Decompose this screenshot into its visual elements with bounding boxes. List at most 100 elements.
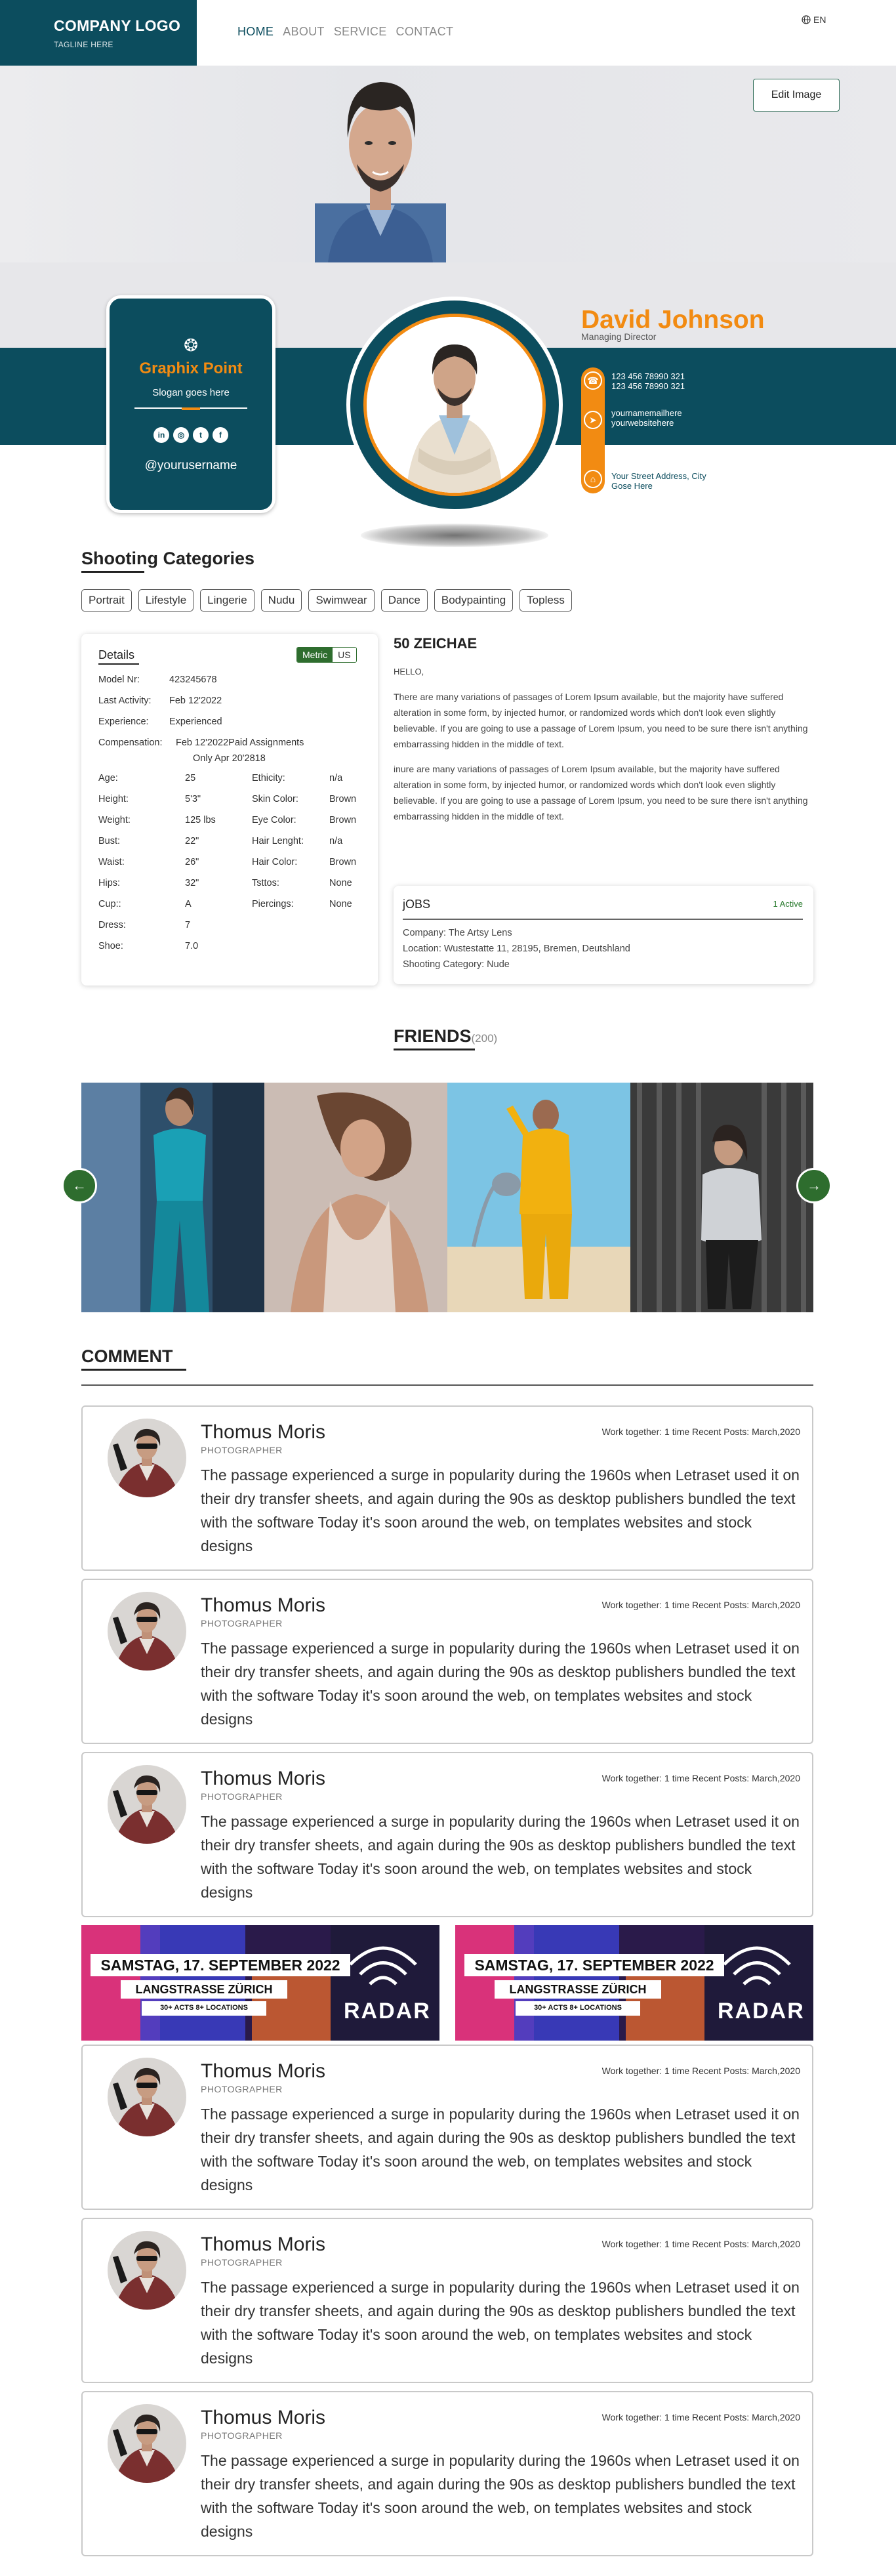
- banner-acts: 30+ ACTS 8+ LOCATIONS: [534, 2004, 622, 2012]
- company-logo[interactable]: COMPANY LOGO TAGLINE HERE: [0, 0, 197, 66]
- comment-meta: Work together: 1 time Recent Posts: Marc…: [601, 2066, 800, 2076]
- arrow-left-icon: ←: [72, 1177, 87, 1194]
- category-nudu[interactable]: Nudu: [260, 589, 302, 612]
- edit-image-button[interactable]: Edit Image: [753, 79, 840, 112]
- friend-photo[interactable]: [630, 1083, 813, 1312]
- profile-portrait-image: [367, 317, 542, 493]
- category-bodypainting[interactable]: Bodypainting: [434, 589, 514, 612]
- detail-value: None: [329, 899, 352, 909]
- toggle-us[interactable]: US: [333, 648, 356, 662]
- linkedin-icon[interactable]: in: [153, 427, 169, 443]
- friend-photo-image: [81, 1083, 264, 1312]
- avatar[interactable]: [108, 1765, 186, 1844]
- commenter-role: PHOTOGRAPHER: [201, 1791, 283, 1802]
- jobs-card: jOBS 1 Active Company: The Artsy Lens Lo…: [394, 886, 813, 984]
- event-banner[interactable]: SAMSTAG, 17. SEPTEMBER 2022 LANGSTRASSE Z…: [455, 1925, 813, 2041]
- jobs-divider: [403, 919, 803, 920]
- detail-key: Experience:: [98, 717, 149, 727]
- detail-key: Last Activity:: [98, 696, 152, 706]
- friends-count: (200): [471, 1032, 498, 1045]
- about-paragraph-2: inure are many variations of passages of…: [394, 764, 808, 821]
- facebook-icon[interactable]: f: [213, 427, 228, 443]
- address-line-2: Gose Here: [611, 481, 653, 491]
- commenter-name[interactable]: Thomus Moris: [201, 2060, 325, 2083]
- event-banner[interactable]: SAMSTAG, 17. SEPTEMBER 2022 LANGSTRASSE Z…: [81, 1925, 439, 2041]
- banner-acts: 30+ ACTS 8+ LOCATIONS: [160, 2004, 248, 2012]
- banner-location: LANGSTRASSE ZÜRICH: [135, 1983, 273, 1996]
- brand-name: Graphix Point: [139, 360, 243, 377]
- commenter-name[interactable]: Thomus Moris: [201, 1768, 325, 1790]
- language-selector[interactable]: EN: [802, 14, 826, 25]
- category-swimwear[interactable]: Swimwear: [308, 589, 375, 612]
- job-category: Shooting Category: Nude: [403, 959, 510, 970]
- profile-shadow: [361, 524, 548, 547]
- category-lingerie[interactable]: Lingerie: [200, 589, 255, 612]
- address: Your Street Address, City Gose Here: [611, 471, 706, 491]
- friend-photo[interactable]: [264, 1083, 447, 1312]
- detail-key: Shoe:: [98, 941, 123, 951]
- friend-photo[interactable]: [447, 1083, 630, 1312]
- commenter-name[interactable]: Thomus Moris: [201, 1421, 325, 1444]
- commenter-role: PHOTOGRAPHER: [201, 2084, 283, 2094]
- camera-icon: [527, 484, 540, 493]
- comment-underline: [81, 1369, 186, 1371]
- logo-tagline: TAGLINE HERE: [54, 40, 113, 49]
- toggle-metric[interactable]: Metric: [297, 648, 333, 662]
- comment-card: Thomus Moris PHOTOGRAPHER Work together: 1…: [81, 2391, 813, 2556]
- avatar[interactable]: [108, 2231, 186, 2310]
- category-portrait[interactable]: Portrait: [81, 589, 132, 612]
- detail-value: Feb 12'2022Paid Assignments: [176, 737, 304, 748]
- website-link[interactable]: yourwebsitehere: [611, 418, 682, 428]
- change-photo-button[interactable]: [518, 474, 542, 493]
- avatar[interactable]: [108, 2404, 186, 2483]
- nav-home[interactable]: HOME: [237, 25, 274, 39]
- nav-service[interactable]: SERVICE: [334, 25, 387, 39]
- globe-icon: [802, 15, 811, 24]
- detail-value: 7: [185, 920, 191, 930]
- category-topless[interactable]: Topless: [519, 589, 572, 612]
- instagram-icon[interactable]: ◎: [173, 427, 189, 443]
- friend-photo[interactable]: [81, 1083, 264, 1312]
- shooting-categories-title: Shooting Categories: [81, 549, 255, 573]
- detail-value: Experienced: [169, 717, 222, 727]
- brand-card: ❂ Graphix Point Slogan goes here in ◎ t …: [106, 295, 275, 513]
- top-navigation-bar: COMPANY LOGO TAGLINE HERE HOME ABOUT SER…: [0, 0, 896, 66]
- comment-text: The passage experienced a surge in popul…: [201, 2279, 800, 2367]
- unit-toggle: Metric US: [296, 647, 357, 663]
- category-dance[interactable]: Dance: [380, 589, 428, 612]
- email-link[interactable]: yournamemailhere: [611, 408, 682, 418]
- nav-contact[interactable]: CONTACT: [396, 25, 454, 39]
- gallery-next-button[interactable]: →: [796, 1168, 832, 1203]
- detail-key: Hair Color:: [252, 857, 298, 867]
- twitter-icon[interactable]: t: [193, 427, 209, 443]
- gallery-prev-button[interactable]: ←: [62, 1168, 97, 1203]
- comment-card: Thomus Moris PHOTOGRAPHER Work together: 1…: [81, 1405, 813, 1571]
- comment-card: Thomus Moris PHOTOGRAPHER Work together: 1…: [81, 1579, 813, 1744]
- banner-brand: RADAR: [718, 1999, 805, 2024]
- detail-key: Cup::: [98, 899, 121, 909]
- web-contacts: yournamemailhere yourwebsitehere: [611, 408, 682, 428]
- event-banners: SAMSTAG, 17. SEPTEMBER 2022 LANGSTRASSE Z…: [81, 1925, 813, 2041]
- commenter-name[interactable]: Thomus Moris: [201, 1594, 325, 1617]
- avatar[interactable]: [108, 2058, 186, 2136]
- job-company: Company: The Artsy Lens: [403, 928, 512, 938]
- commenter-name[interactable]: Thomus Moris: [201, 2233, 325, 2256]
- comment-card: Thomus Moris PHOTOGRAPHER Work together: 1…: [81, 1752, 813, 1917]
- friend-photo-image: [264, 1083, 447, 1312]
- main-nav: HOME ABOUT SERVICE CONTACT: [237, 25, 462, 39]
- address-line-1: Your Street Address, City: [611, 471, 706, 481]
- avatar[interactable]: [108, 1592, 186, 1671]
- jobs-active-badge: 1 Active: [773, 899, 803, 909]
- category-lifestyle[interactable]: Lifestyle: [138, 589, 194, 612]
- phone-1[interactable]: 123 456 78990 321: [611, 371, 685, 381]
- detail-key: Bust:: [98, 836, 121, 846]
- commenter-role: PHOTOGRAPHER: [201, 2257, 283, 2268]
- nav-about[interactable]: ABOUT: [283, 25, 325, 39]
- avatar[interactable]: [108, 1419, 186, 1497]
- commenter-role: PHOTOGRAPHER: [201, 2430, 283, 2441]
- banner-location: LANGSTRASSE ZÜRICH: [509, 1983, 647, 1996]
- phone-2[interactable]: 123 456 78990 321: [611, 381, 685, 391]
- detail-key: Eye Color:: [252, 815, 296, 825]
- detail-value: Brown: [329, 815, 357, 825]
- commenter-name[interactable]: Thomus Moris: [201, 2407, 325, 2429]
